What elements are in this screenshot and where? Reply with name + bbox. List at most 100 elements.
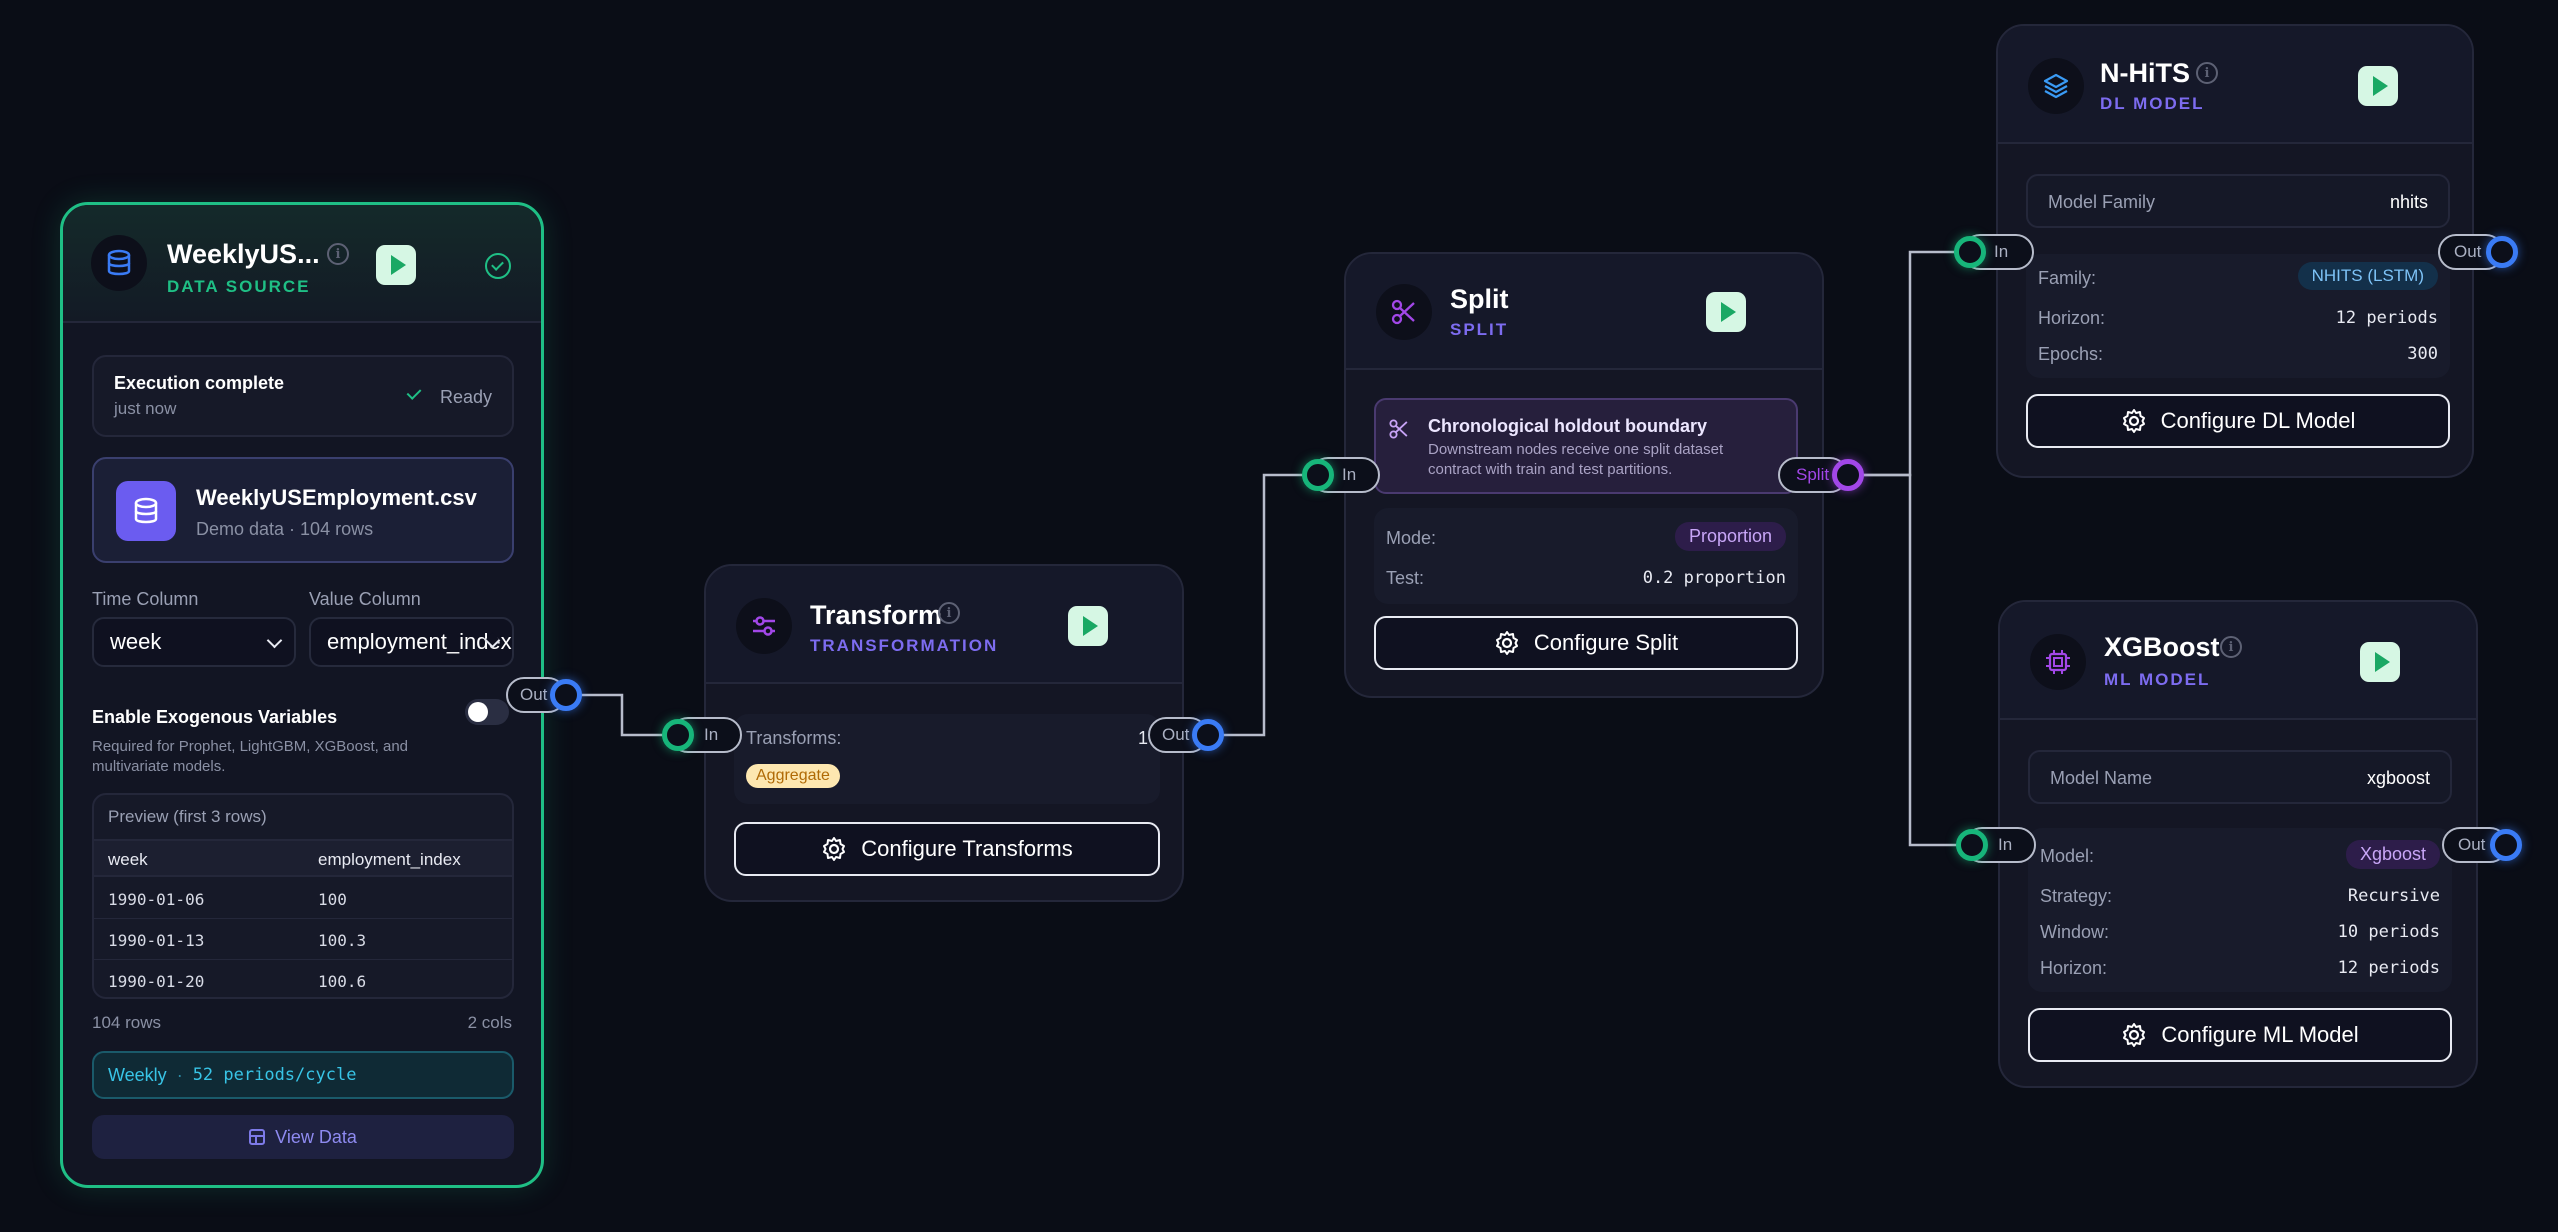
split-node-header[interactable]: Split SPLIT: [1346, 254, 1822, 370]
info-icon[interactable]: i: [938, 602, 960, 624]
info-icon[interactable]: i: [2196, 62, 2218, 84]
model-label: Model:: [2040, 846, 2095, 866]
info-icon[interactable]: i: [327, 243, 349, 265]
scissors-icon: [1376, 284, 1432, 340]
datasource-subtitle: DATA SOURCE: [167, 277, 311, 296]
configure-ml-model-button[interactable]: Configure ML Model: [2028, 1008, 2452, 1062]
model-family-field[interactable]: Model Family nhits: [2026, 174, 2450, 228]
datasource-node[interactable]: WeeklyUS... DATA SOURCE i Execution comp…: [60, 202, 544, 1188]
configure-transforms-button[interactable]: Configure Transforms: [734, 822, 1160, 876]
epochs-label: Epochs:: [2038, 344, 2104, 364]
xgboost-in-handle[interactable]: [1956, 829, 1988, 861]
exog-toggle[interactable]: [465, 699, 509, 725]
status-badge: Ready: [439, 387, 492, 407]
cell-week: 1990-01-13: [108, 931, 205, 950]
nhits-in-handle[interactable]: [1954, 236, 1986, 268]
datasource-node-header[interactable]: WeeklyUS... DATA SOURCE i: [63, 205, 541, 323]
split-in-handle[interactable]: [1302, 459, 1334, 491]
gear-icon: [2123, 1023, 2146, 1047]
cell-value: 100: [318, 890, 347, 909]
xgboost-node[interactable]: XGBoost ML MODEL i Model Name xgboost Mo…: [1998, 600, 2478, 1088]
model-name-field[interactable]: Model Name xgboost: [2028, 750, 2452, 804]
cpu-icon: [2030, 634, 2086, 690]
port-label: In: [1994, 242, 2009, 261]
split-subtitle: SPLIT: [1450, 320, 1509, 339]
col-count: 2 cols: [467, 1013, 512, 1032]
xgboost-out-handle[interactable]: [2490, 829, 2522, 861]
xgboost-title: XGBoost: [2104, 632, 2220, 662]
xgboost-node-header[interactable]: XGBoost ML MODEL i: [2000, 602, 2476, 720]
transform-in-handle[interactable]: [662, 719, 694, 751]
column-header-value: employment_index: [318, 850, 461, 869]
epochs-value: 300: [2407, 344, 2438, 364]
view-data-button[interactable]: View Data: [92, 1115, 514, 1159]
split-out-handle[interactable]: [1832, 459, 1864, 491]
transforms-label: Transforms:: [746, 728, 842, 748]
nhits-node-header[interactable]: N-HiTS DL MODEL i: [1998, 26, 2472, 144]
frequency-label: Weekly: [108, 1064, 167, 1085]
nhits-out-handle[interactable]: [2486, 236, 2518, 268]
port-label: Out: [520, 685, 548, 704]
toggle-knob: [468, 702, 488, 722]
mode-badge: Proportion: [1674, 522, 1786, 551]
configure-dl-model-label: Configure DL Model: [2160, 408, 2356, 433]
model-name-value: xgboost: [2366, 768, 2430, 788]
transform-node-header[interactable]: Transform TRANSFORMATION i: [706, 566, 1182, 684]
nhits-node[interactable]: N-HiTS DL MODEL i Model Family nhits Fam…: [1996, 24, 2474, 478]
gear-icon: [1495, 631, 1518, 655]
port-label: Split: [1796, 465, 1830, 484]
run-button[interactable]: [1068, 606, 1108, 646]
check-icon: [406, 385, 422, 400]
layers-icon: [2028, 58, 2084, 114]
preview-table: Preview (first 3 rows) week employment_i…: [92, 793, 514, 999]
file-database-icon: [116, 481, 176, 541]
transform-out-handle[interactable]: [1192, 719, 1224, 751]
strategy-label: Strategy:: [2040, 886, 2113, 906]
value-column-select[interactable]: employment_index: [309, 617, 514, 667]
horizon-value: 12 periods: [2335, 308, 2438, 328]
configure-dl-model-button[interactable]: Configure DL Model: [2026, 394, 2450, 448]
run-button[interactable]: [1706, 292, 1746, 332]
row-count: 104 rows: [92, 1013, 161, 1032]
cell-week: 1990-01-20: [108, 972, 205, 991]
transforms-count: 1: [1137, 728, 1148, 748]
test-label: Test:: [1386, 568, 1425, 588]
transforms-panel: Transforms: 1 Aggregate: [734, 714, 1160, 804]
configure-transforms-label: Configure Transforms: [861, 836, 1073, 861]
cell-value: 100.6: [318, 972, 367, 991]
column-header-week: week: [108, 850, 148, 869]
model-name-label: Model Name: [2050, 768, 2153, 788]
banner-description: Downstream nodes receive one split datas…: [1428, 441, 1724, 478]
run-button[interactable]: [376, 245, 416, 285]
split-node[interactable]: Split SPLIT Chronological holdout bounda…: [1344, 252, 1824, 698]
family-label: Family:: [2038, 268, 2096, 288]
edge-datasource-transform: [566, 693, 678, 737]
horizon-value: 12 periods: [2337, 958, 2440, 978]
cell-week: 1990-01-06: [108, 890, 205, 909]
run-button[interactable]: [2360, 642, 2400, 682]
gear-icon: [2122, 409, 2145, 433]
time-column-select[interactable]: week: [92, 617, 296, 667]
file-card[interactable]: WeeklyUSEmployment.csv Demo data · 104 r…: [92, 457, 514, 563]
run-button[interactable]: [2358, 66, 2398, 106]
family-badge: NHITS (LSTM): [2297, 262, 2438, 290]
table-icon: [249, 1129, 266, 1145]
gear-icon: [823, 837, 846, 861]
window-value: 10 periods: [2337, 922, 2440, 942]
nhits-title: N-HiTS: [2100, 58, 2190, 88]
exog-label: Enable Exogenous Variables: [92, 707, 338, 727]
cell-value: 100.3: [318, 931, 367, 950]
preview-header-row: week employment_index: [94, 839, 512, 877]
frequency-separator: ·: [176, 1064, 183, 1085]
exog-description: Required for Prophet, LightGBM, XGBoost,…: [92, 738, 409, 775]
transform-node[interactable]: Transform TRANSFORMATION i Transforms: 1…: [704, 564, 1184, 902]
configure-split-button[interactable]: Configure Split: [1374, 616, 1798, 670]
nhits-subtitle: DL MODEL: [2100, 94, 2205, 113]
database-icon: [91, 235, 147, 291]
frequency-badge: Weekly · 52 periods/cycle: [92, 1051, 514, 1099]
datasource-out-handle[interactable]: [550, 679, 582, 711]
model-family-value: nhits: [2389, 192, 2428, 212]
info-icon[interactable]: i: [2220, 636, 2242, 658]
split-settings-panel: Mode: Proportion Test: 0.2 proportion: [1374, 508, 1798, 604]
port-label: In: [1998, 835, 2013, 854]
